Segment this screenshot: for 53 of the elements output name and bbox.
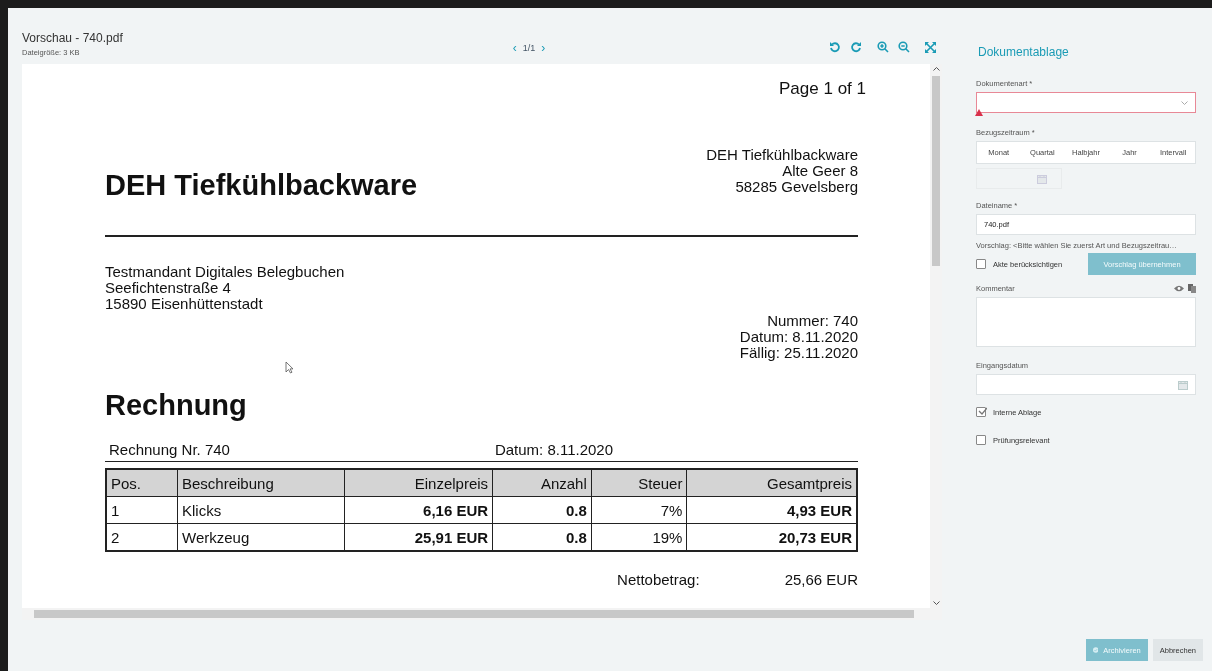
recipient-address-line: Seefichtenstraße 4 (105, 280, 231, 296)
document-heading: Rechnung (105, 389, 248, 422)
received-date-field[interactable] (976, 374, 1196, 395)
preview-title: Vorschau - 740.pdf (22, 31, 124, 45)
sender-address-line: Alte Geer 8 (781, 163, 858, 179)
table-cell: Klicks (177, 496, 345, 524)
document-type-dropdown[interactable] (976, 92, 1196, 113)
recipient-address-line: 15890 Eisenhüttenstadt (105, 296, 264, 312)
zoom-out-icon[interactable] (898, 41, 910, 53)
rotate-left-icon[interactable] (829, 41, 841, 53)
check-circle-icon (1092, 645, 1099, 655)
warning-icon (975, 109, 983, 116)
calendar-icon (1178, 379, 1188, 390)
invoice-number: Rechnung Nr. 740 (109, 441, 230, 458)
period-date-field[interactable] (976, 168, 1062, 189)
rotate-right-icon[interactable] (850, 41, 862, 53)
page-number: Page 1 of 1 (778, 79, 866, 99)
calendar-icon (1037, 173, 1047, 184)
net-amount-value: 25,66 EUR (784, 571, 858, 588)
fullscreen-icon[interactable] (925, 41, 936, 53)
recipient-address-line: Testmandant Digitales Belegbuchen (105, 264, 346, 280)
scroll-thumb[interactable] (932, 76, 940, 266)
column-header: Pos. (106, 469, 178, 497)
scroll-up-icon[interactable] (932, 67, 940, 71)
table-cell: 1 (106, 496, 178, 524)
column-header: Steuer (591, 469, 687, 497)
invoice-meta-line: Nummer: 740 (766, 313, 858, 329)
sender-address-line: 58285 Gevelsberg (734, 179, 858, 195)
checkbox[interactable] (976, 435, 986, 445)
table-cell: 0.8 (492, 496, 592, 524)
invoice-meta-line: Fällig: 25.11.2020 (738, 345, 858, 361)
column-header: Anzahl (492, 469, 592, 497)
invoice-meta-line: Datum: 8.11.2020 (738, 329, 858, 345)
scroll-thumb[interactable] (34, 610, 914, 618)
company-name: DEH Tiefkühlbackware (105, 169, 418, 202)
table-cell: 6,16 EUR (344, 496, 493, 524)
scroll-down-icon[interactable] (932, 601, 940, 605)
page-counter: 1/1 (522, 43, 536, 53)
table-cell: 7% (591, 496, 687, 524)
mouse-pointer-icon (285, 361, 294, 374)
eye-icon[interactable] (1174, 285, 1184, 292)
column-header: Beschreibung (177, 469, 345, 497)
panel-title: Dokumentablage (978, 45, 1070, 59)
checkbox[interactable] (976, 259, 986, 269)
sender-address-line: DEH Tiefkühlbackware (706, 147, 858, 163)
chevron-down-icon (1181, 100, 1188, 105)
column-header: Einzelpreis (344, 469, 493, 497)
invoice-date: Datum: 8.11.2020 (494, 441, 614, 458)
column-header: Gesamtpreis (686, 469, 857, 497)
checkbox[interactable] (976, 407, 986, 417)
zoom-in-icon[interactable] (877, 41, 889, 53)
net-amount-label: Nettobetrag: (617, 571, 700, 588)
copy-icon[interactable] (1188, 284, 1196, 293)
